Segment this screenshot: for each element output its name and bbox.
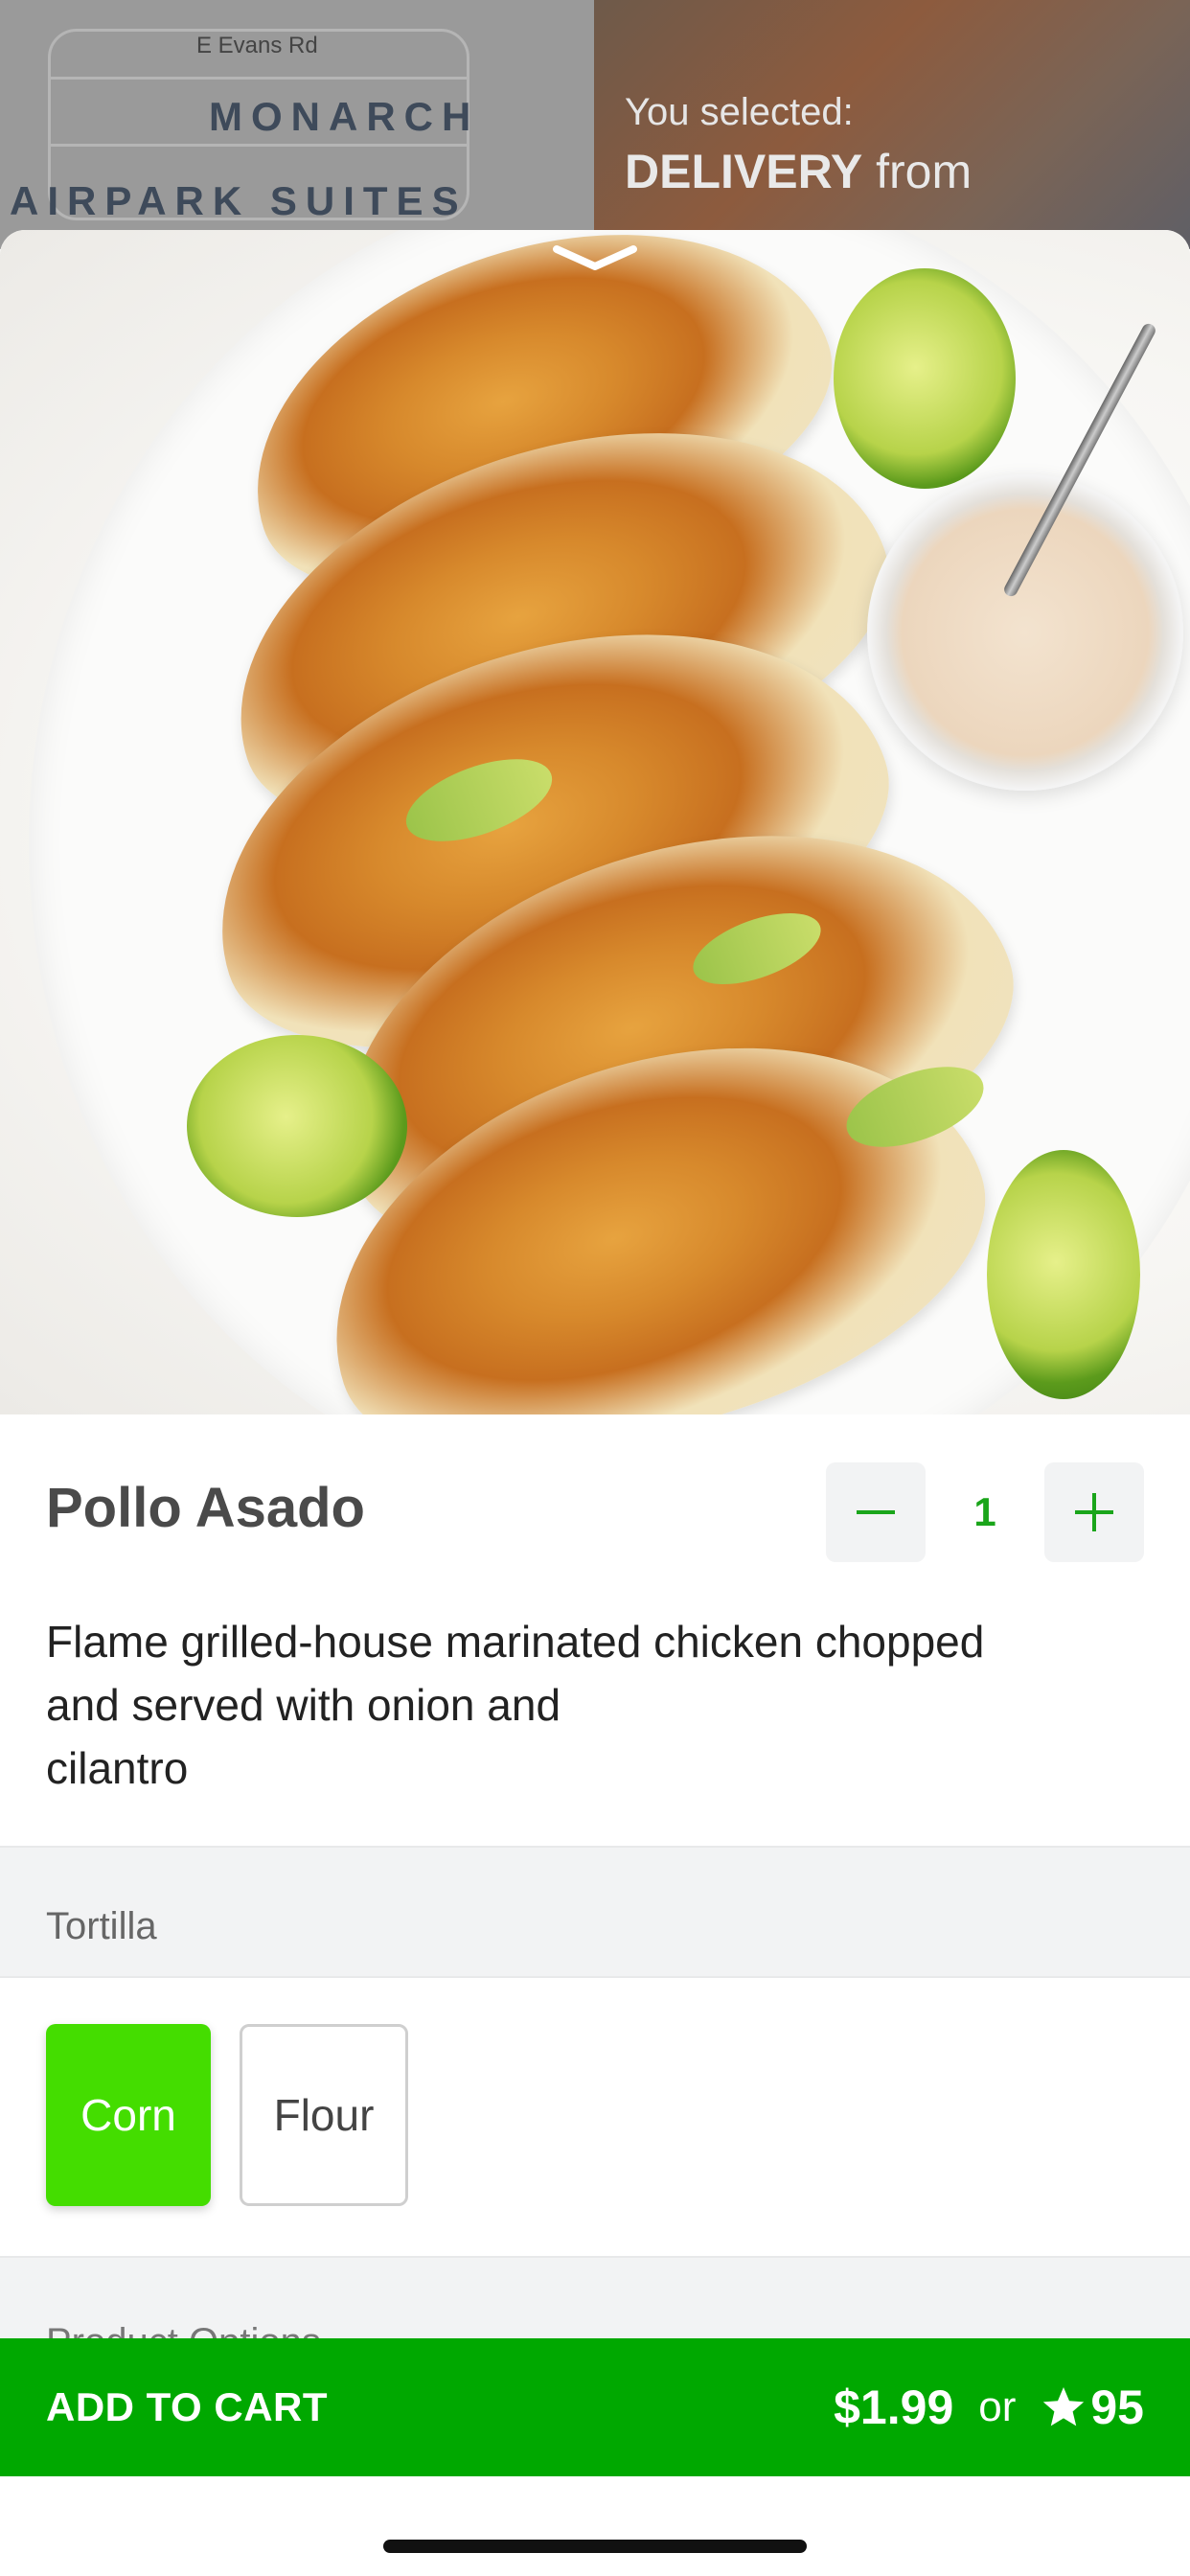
bottom-safe-area bbox=[0, 2476, 1190, 2576]
add-to-cart-label: ADD TO CART bbox=[46, 2384, 329, 2429]
tortilla-options: Corn Flour bbox=[0, 1978, 1190, 2256]
map-place-label: MONARCH bbox=[209, 94, 480, 139]
sauce-cup bbox=[867, 474, 1183, 791]
cart-price: $1.99 bbox=[834, 2380, 954, 2434]
map-preview: E Evans Rd MONARCH AIRPARK SUITES bbox=[0, 0, 594, 249]
map-place-label: AIRPARK SUITES bbox=[10, 178, 468, 223]
delivery-mode: DELIVERY bbox=[625, 145, 863, 198]
section-label: Tortilla bbox=[46, 1905, 157, 1947]
map-street-label: E Evans Rd bbox=[196, 33, 318, 58]
lime-wedge bbox=[987, 1150, 1140, 1399]
increment-button[interactable] bbox=[1044, 1462, 1144, 1562]
product-description: Flame grilled-house marinated chicken ch… bbox=[0, 1606, 1190, 1846]
option-corn[interactable]: Corn bbox=[46, 2024, 211, 2206]
banner-label: You selected: bbox=[625, 91, 854, 133]
banner-suffix: from bbox=[876, 145, 973, 198]
product-title: Pollo Asado bbox=[46, 1477, 365, 1539]
background-layer: E Evans Rd MONARCH AIRPARK SUITES You se… bbox=[0, 0, 1190, 249]
cart-points: 95 bbox=[1090, 2380, 1144, 2434]
lime-wedge bbox=[187, 1035, 407, 1217]
minus-icon bbox=[857, 1510, 895, 1514]
chevron-down-icon[interactable] bbox=[551, 240, 639, 278]
product-image bbox=[0, 230, 1190, 1414]
product-sheet: Pollo Asado 1 Flame grilled-house marina… bbox=[0, 230, 1190, 2576]
star-icon bbox=[1043, 2387, 1085, 2426]
option-flour[interactable]: Flour bbox=[240, 2024, 408, 2206]
tortilla-section-header: Tortilla bbox=[0, 1846, 1190, 1978]
lime-wedge bbox=[834, 268, 1016, 489]
product-header: Pollo Asado 1 bbox=[0, 1414, 1190, 1606]
home-indicator[interactable] bbox=[383, 2540, 807, 2553]
banner-mode: DELIVERY from bbox=[625, 144, 972, 199]
cart-or: or bbox=[978, 2383, 1017, 2430]
quantity-value: 1 bbox=[973, 1489, 996, 1534]
description-text: Flame grilled-house marinated chicken ch… bbox=[46, 1617, 985, 1793]
add-to-cart-button[interactable]: ADD TO CART $1.99 or 95 bbox=[0, 2338, 1190, 2476]
decrement-button[interactable] bbox=[826, 1462, 926, 1562]
plus-icon bbox=[1075, 1493, 1113, 1531]
map-road bbox=[48, 144, 469, 147]
cart-price-group: $1.99 or 95 bbox=[834, 2380, 1144, 2435]
quantity-stepper: 1 bbox=[826, 1462, 1144, 1562]
map-road bbox=[48, 77, 469, 80]
